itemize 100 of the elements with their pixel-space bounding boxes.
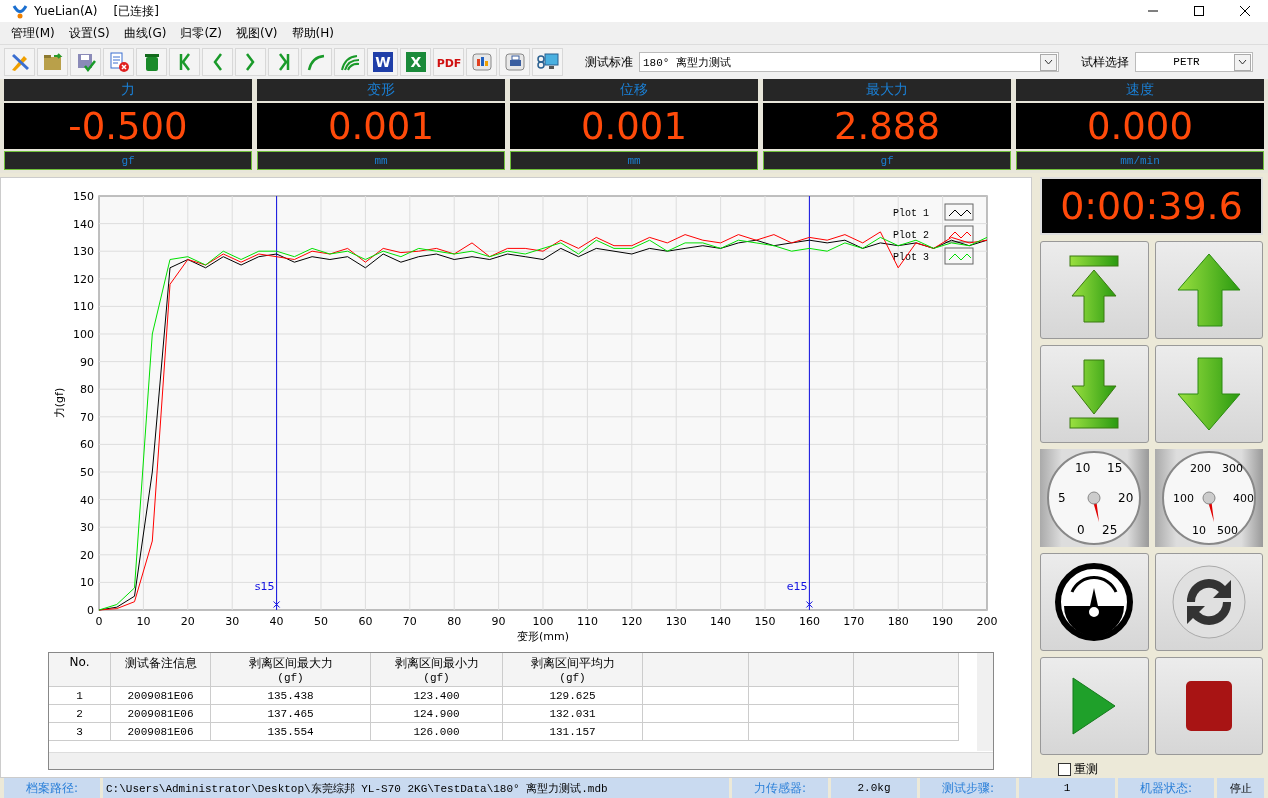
tick-label: 40 [269, 615, 284, 628]
toolbar-button[interactable] [334, 48, 365, 76]
tick-label: 110 [73, 300, 94, 314]
column-header: No. [69, 655, 90, 669]
toolbar-button[interactable] [466, 48, 497, 76]
report-icon [470, 51, 493, 73]
dropdown-icon [1238, 59, 1247, 65]
previous-icon [213, 53, 222, 71]
stop-icon [1183, 679, 1234, 733]
toolbar-button[interactable] [37, 48, 68, 76]
column-unit: (gf) [559, 672, 586, 684]
connection-status: [已连接] [113, 2, 159, 20]
menu-item[interactable]: 曲线(G) [116, 24, 174, 42]
sample-select[interactable]: PETR [1135, 52, 1253, 72]
column-unit: (gf) [423, 672, 450, 684]
axis-title: 力(gf) [53, 387, 66, 419]
display-unit: mm [257, 151, 505, 170]
column-header: 剥离区间平均力 [530, 655, 615, 672]
toolbar-button[interactable] [4, 48, 35, 76]
retest-checkbox[interactable]: 重测 [1058, 761, 1263, 778]
horizontal-scrollbar[interactable] [49, 752, 993, 769]
display-title: 力 [4, 79, 252, 101]
refresh-button[interactable] [1154, 553, 1263, 651]
to-bottom-button[interactable] [1040, 345, 1149, 443]
legend-swatch [944, 247, 974, 265]
display-value: -0.500 [4, 103, 252, 149]
menu-item[interactable]: 设置(S) [61, 24, 117, 42]
tick-label: 90 [80, 355, 94, 369]
table-cell: 137.465 [211, 705, 371, 723]
tick-label: 180 [887, 615, 909, 628]
axis-title: 变形(mm) [517, 630, 569, 643]
display-title: 最大力 [763, 79, 1011, 101]
display-title: 位移 [510, 79, 758, 101]
toolbar-button[interactable] [532, 48, 563, 76]
next-icon [246, 53, 255, 71]
elapsed-timer: 0:00:39.6 [1040, 177, 1263, 235]
table-cell: 2 [49, 705, 111, 723]
menu-item[interactable]: 帮助(H) [284, 24, 341, 42]
menu-item[interactable]: 归零(Z) [173, 24, 229, 42]
table-cell: 2009081E06 [111, 723, 211, 741]
tick-label: 120 [621, 615, 643, 628]
table-cell: 2009081E06 [111, 705, 211, 723]
toolbar-button[interactable] [136, 48, 167, 76]
toolbar-button[interactable] [268, 48, 299, 76]
tick-label: 140 [73, 217, 94, 231]
meter-button[interactable] [1040, 553, 1149, 651]
display-unit: mm [510, 151, 758, 170]
folder-icon [41, 51, 64, 73]
up-button[interactable] [1154, 241, 1263, 339]
table-cell: 126.000 [371, 723, 503, 741]
display-title: 速度 [1016, 79, 1264, 101]
tick-label: 120 [73, 272, 94, 286]
status-value: C:\Users\Administrator\Desktop\东莞综邦 YL-S70 2KG\TestData\180° 离型力测试.mdb [103, 778, 729, 798]
display-value: 0.000 [1016, 103, 1264, 149]
tick-label: 40 [80, 493, 94, 507]
tick-label: 70 [402, 615, 417, 628]
first-icon [178, 53, 191, 71]
toolbar-button[interactable] [202, 48, 233, 76]
meter-icon [1054, 562, 1135, 642]
tick-label: 160 [798, 615, 820, 628]
column-header: 剥离区间最大力 [248, 655, 333, 672]
display-value: 0.001 [510, 103, 758, 149]
cursor-label: e15 [786, 580, 808, 593]
tick-label: 200 [976, 615, 998, 628]
tick-label: 70 [80, 410, 94, 424]
play-button[interactable] [1040, 657, 1149, 755]
close-icon [1240, 6, 1250, 16]
legend-label: Plot 3 [893, 252, 929, 263]
legend-label: Plot 1 [893, 208, 929, 219]
status-label: 力传感器: [732, 778, 828, 798]
table-cell: 135.554 [211, 723, 371, 741]
toolbar-button[interactable] [499, 48, 530, 76]
menu-item[interactable]: 管理(M) [4, 24, 62, 42]
tick-label: 150 [73, 190, 94, 203]
column-header: 测试备注信息 [124, 655, 197, 672]
vertical-scrollbar[interactable] [977, 653, 993, 751]
tick-label: 80 [447, 615, 462, 628]
toolbar-button[interactable] [70, 48, 101, 76]
table-cell: 129.625 [503, 687, 643, 705]
standard-select[interactable]: 180° 离型力测试 [639, 52, 1059, 72]
last-icon [277, 53, 290, 71]
app-logo-icon [12, 3, 28, 19]
toolbar-button[interactable] [103, 48, 134, 76]
legend-label: Plot 2 [893, 230, 929, 241]
table-cell: 3 [49, 723, 111, 741]
menu-item[interactable]: 视图(V) [228, 24, 285, 42]
down-button[interactable] [1154, 345, 1263, 443]
column-unit: (gf) [277, 672, 304, 684]
toolbar-button[interactable] [301, 48, 332, 76]
status-label: 测试步骤: [920, 778, 1016, 798]
table-cell: 124.900 [371, 705, 503, 723]
toolbar-button[interactable] [169, 48, 200, 76]
status-label: 档案路径: [4, 778, 100, 798]
to-top-button[interactable] [1040, 241, 1149, 339]
legend-swatch [944, 225, 974, 243]
toolbar-button[interactable] [235, 48, 266, 76]
tick-label: 10 [136, 615, 151, 628]
column-header: 剥离区间最小力 [394, 655, 479, 672]
stop-button[interactable] [1154, 657, 1263, 755]
table-cell: 1 [49, 687, 111, 705]
